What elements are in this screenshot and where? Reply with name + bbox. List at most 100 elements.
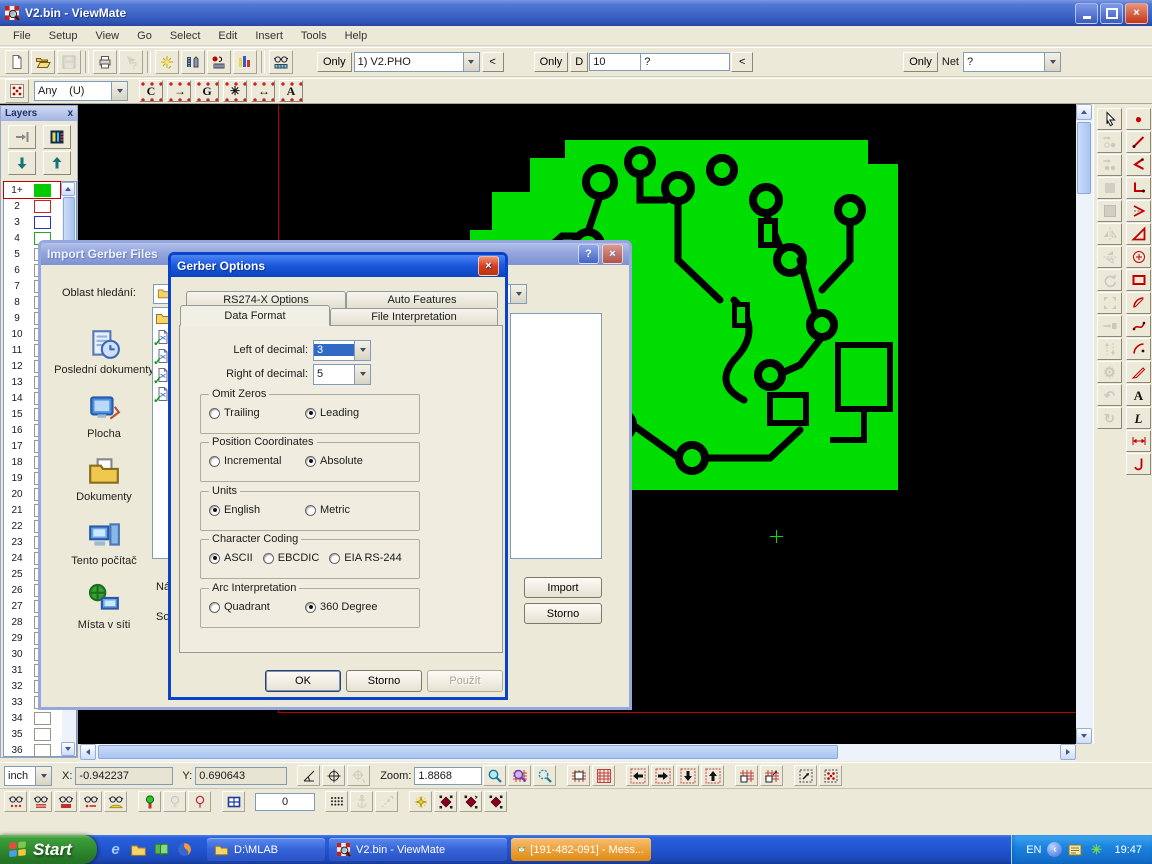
radio-button-icon[interactable] — [263, 553, 274, 564]
only-layer-button[interactable]: Only — [317, 52, 352, 72]
radio-button-icon[interactable] — [209, 505, 220, 516]
mirror-horizontal-button[interactable] — [1097, 223, 1122, 245]
grid-button[interactable] — [592, 765, 615, 786]
import-dialog-close-button[interactable]: × — [602, 244, 623, 264]
menu-item-view[interactable]: View — [86, 28, 128, 44]
layer-up-button[interactable] — [43, 151, 71, 175]
draw-sketch-button[interactable] — [1126, 361, 1151, 383]
status-tray-icon[interactable]: ✳ — [1088, 842, 1104, 858]
layer-color-swatch[interactable] — [34, 744, 51, 757]
layers-close-icon[interactable]: x — [67, 108, 73, 119]
save-button[interactable] — [57, 50, 81, 74]
relative-origin-button[interactable] — [347, 765, 370, 786]
layer-film-button[interactable] — [43, 125, 71, 149]
horizontal-scrollbar[interactable] — [80, 744, 1076, 761]
task-d-mlab[interactable]: D:\MLAB — [207, 838, 325, 861]
scroll-down-icon[interactable] — [1076, 728, 1092, 744]
draw-label-button[interactable]: L — [1126, 407, 1151, 429]
maximize-button[interactable] — [1100, 3, 1123, 24]
view-glasses-lines-button[interactable] — [29, 791, 52, 812]
radio-button-icon[interactable] — [305, 456, 316, 467]
menu-item-setup[interactable]: Setup — [40, 28, 87, 44]
layer-row-34[interactable]: 34 — [4, 710, 60, 726]
dcode-film-button[interactable] — [207, 50, 231, 74]
scroll-right-icon[interactable] — [1060, 744, 1076, 760]
grid-box-button[interactable] — [735, 765, 758, 786]
rotate-left-button[interactable] — [1097, 269, 1122, 291]
menu-item-file[interactable]: File — [4, 28, 40, 44]
horizontal-scroll-thumb[interactable] — [98, 745, 838, 759]
dots-grid-button[interactable] — [325, 791, 348, 812]
scale-button[interactable] — [1097, 292, 1122, 314]
layer-row-36[interactable]: 36 — [4, 742, 60, 758]
gerber-dialog-titlebar[interactable]: Gerber Options × — [171, 255, 505, 277]
diamond-rotate-button[interactable] — [459, 791, 482, 812]
menu-item-edit[interactable]: Edit — [209, 28, 246, 44]
layer-color-swatch[interactable] — [34, 728, 51, 741]
select-pad-button[interactable]: ✳ — [223, 80, 247, 102]
select-group-button[interactable]: G — [195, 80, 219, 102]
selection-rect-button[interactable] — [794, 765, 817, 786]
layer-row-1[interactable]: 1+ — [4, 182, 60, 198]
radio-button-icon[interactable] — [329, 553, 340, 564]
place-tento-po-ta-[interactable]: Tento počítač — [71, 518, 136, 568]
radio-button-icon[interactable] — [209, 602, 220, 613]
layer-row-3[interactable]: 3 — [4, 214, 60, 230]
radio-absolute[interactable]: Absolute — [305, 455, 401, 467]
draw-hook-button[interactable] — [1126, 453, 1151, 475]
folder-quick-icon[interactable] — [130, 841, 147, 858]
draw-route-button[interactable] — [1126, 177, 1151, 199]
pan-right-button[interactable] — [651, 765, 674, 786]
scroll-up-icon[interactable] — [1076, 104, 1092, 120]
print-button[interactable] — [93, 50, 117, 74]
dcode-query-field[interactable]: ? — [641, 53, 730, 71]
draw-arc-point-button[interactable] — [1126, 338, 1151, 360]
radio-button-icon[interactable] — [305, 602, 316, 613]
tab-data-format[interactable]: Data Format — [180, 305, 330, 326]
layer-scroll-down-icon[interactable] — [61, 742, 75, 756]
radio-ascii[interactable]: ASCII — [209, 552, 253, 564]
firefox-icon[interactable] — [176, 841, 193, 858]
draw-rectangle-button[interactable] — [1126, 269, 1151, 291]
dcode-grid-button[interactable] — [5, 79, 29, 103]
draw-polygon-button[interactable] — [1126, 223, 1151, 245]
minimize-button[interactable] — [1075, 3, 1098, 24]
dcode-back-button[interactable]: < — [731, 52, 753, 72]
measure-glasses-button[interactable] — [269, 50, 293, 74]
menu-item-select[interactable]: Select — [161, 28, 210, 44]
draw-trace-button[interactable] — [1126, 131, 1151, 153]
zoom-in-button[interactable] — [483, 765, 506, 786]
menu-item-go[interactable]: Go — [128, 28, 161, 44]
zoom-select-button[interactable] — [533, 765, 556, 786]
angle-button[interactable] — [297, 765, 320, 786]
view-glasses-fill-button[interactable] — [104, 791, 127, 812]
place-m-sta-v-s-ti[interactable]: Místa v síti — [78, 582, 131, 632]
menu-item-help[interactable]: Help — [336, 28, 377, 44]
task--191-482-091-mess-[interactable]: [191-482-091] - Mess... — [511, 838, 651, 861]
settings-gear-button[interactable]: ⚙ — [1097, 361, 1122, 383]
zoom-grid-button[interactable] — [508, 765, 531, 786]
vertical-scroll-thumb[interactable] — [1077, 122, 1091, 194]
ok-button[interactable]: OK — [265, 670, 341, 692]
units-combo[interactable]: inch — [4, 766, 52, 786]
menu-item-insert[interactable]: Insert — [246, 28, 292, 44]
pan-down-button[interactable] — [676, 765, 699, 786]
radio-button-icon[interactable] — [209, 456, 220, 467]
scroll-left-icon[interactable] — [80, 744, 96, 760]
layer-combo[interactable]: 1) V2.PHO — [354, 52, 480, 72]
select-pad-button[interactable] — [1097, 131, 1122, 153]
diamond-pad-button[interactable] — [434, 791, 457, 812]
new-document-button[interactable] — [5, 50, 29, 74]
radio-eia-rs-244[interactable]: EIA RS-244 — [329, 552, 401, 564]
draw-curve-button[interactable] — [1126, 315, 1151, 337]
layer-scroll-up-icon[interactable] — [61, 182, 75, 196]
radio-metric[interactable]: Metric — [305, 504, 401, 516]
draw-circle-button[interactable] — [1126, 246, 1151, 268]
layer-scroll-thumb[interactable] — [63, 197, 75, 243]
place-posledn-dokumenty[interactable]: Poslední dokumenty — [54, 327, 154, 377]
import-cancel-button[interactable]: Storno — [524, 603, 602, 624]
layer-row-2[interactable]: 2 — [4, 198, 60, 214]
draw-dimension-button[interactable] — [1126, 430, 1151, 452]
aperture-film-button[interactable] — [181, 50, 205, 74]
select-trace-button[interactable]: → — [167, 80, 191, 102]
